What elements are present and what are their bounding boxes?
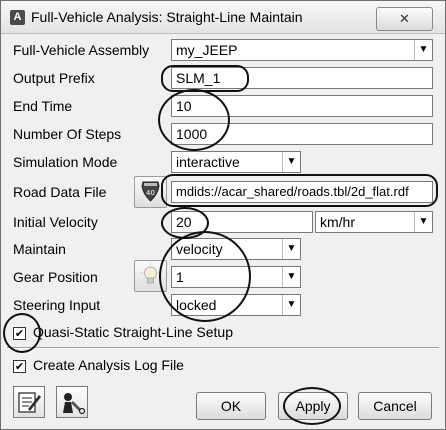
velocity-unit-select[interactable]: km/hr ▼: [315, 211, 433, 233]
sim-mode-select[interactable]: interactive ▼: [171, 151, 301, 173]
output-prefix-input[interactable]: SLM_1: [171, 67, 433, 89]
steering-select[interactable]: locked ▼: [171, 294, 301, 316]
road-file-input[interactable]: mdids://acar_shared/roads.tbl/2d_flat.rd…: [171, 181, 433, 203]
assembly-label: Full-Vehicle Assembly: [13, 42, 150, 58]
maintain-value: velocity: [176, 241, 223, 257]
log-file-label: Create Analysis Log File: [33, 357, 184, 373]
notes-icon: [18, 392, 41, 413]
app-icon: A: [10, 10, 25, 25]
steering-value: locked: [176, 297, 217, 313]
velocity-input[interactable]: 20: [171, 211, 313, 233]
quasi-static-checkbox[interactable]: ✔: [13, 327, 26, 340]
tool-icon: [63, 393, 86, 415]
window-title: Full-Vehicle Analysis: Straight-Line Mai…: [31, 9, 303, 25]
steps-label: Number Of Steps: [13, 126, 122, 142]
gear-select[interactable]: 1 ▼: [171, 266, 301, 288]
ok-button[interactable]: OK: [196, 392, 266, 420]
sim-mode-label: Simulation Mode: [13, 154, 118, 170]
cancel-button[interactable]: Cancel: [358, 392, 432, 420]
road-label: Road Data File: [13, 184, 107, 200]
velocity-label: Initial Velocity: [13, 214, 98, 230]
output-prefix-label: Output Prefix: [13, 70, 95, 86]
notes-button[interactable]: [13, 386, 45, 418]
separator: [7, 347, 439, 349]
end-time-input[interactable]: 10: [171, 95, 433, 117]
tools-button[interactable]: [56, 386, 88, 418]
lightbulb-icon: [141, 263, 160, 284]
apply-button[interactable]: Apply: [278, 392, 348, 420]
steering-label: Steering Input: [13, 297, 101, 313]
title-bar[interactable]: A Full-Vehicle Analysis: Straight-Line M…: [1, 1, 445, 34]
assembly-dropdown-icon[interactable]: ▼: [414, 40, 432, 60]
sim-mode-value: interactive: [176, 154, 240, 170]
maintain-select[interactable]: velocity ▼: [171, 238, 301, 260]
gear-label: Gear Position: [13, 269, 98, 285]
road-sign-icon: 40: [141, 181, 160, 202]
road-browse-button[interactable]: 40: [134, 176, 167, 208]
dialog-window: A Full-Vehicle Analysis: Straight-Line M…: [0, 0, 446, 430]
gear-dropdown-icon[interactable]: ▼: [282, 267, 300, 287]
svg-text:40: 40: [146, 189, 155, 197]
velocity-unit-dropdown-icon[interactable]: ▼: [414, 212, 432, 232]
assembly-value: my_JEEP: [176, 42, 238, 58]
quasi-static-label: Quasi-Static Straight-Line Setup: [33, 324, 233, 340]
sim-mode-dropdown-icon[interactable]: ▼: [282, 152, 300, 172]
maintain-label: Maintain: [13, 241, 66, 257]
assembly-field[interactable]: my_JEEP ▼: [171, 39, 433, 61]
log-file-checkbox[interactable]: ✔: [13, 360, 26, 373]
velocity-unit-value: km/hr: [320, 214, 355, 230]
maintain-dropdown-icon[interactable]: ▼: [282, 239, 300, 259]
gear-value: 1: [176, 269, 184, 285]
steering-dropdown-icon[interactable]: ▼: [282, 295, 300, 315]
end-time-label: End Time: [13, 98, 73, 114]
close-button[interactable]: ✕: [376, 7, 433, 31]
steps-input[interactable]: 1000: [171, 123, 433, 145]
gear-browse-button[interactable]: [134, 260, 167, 292]
